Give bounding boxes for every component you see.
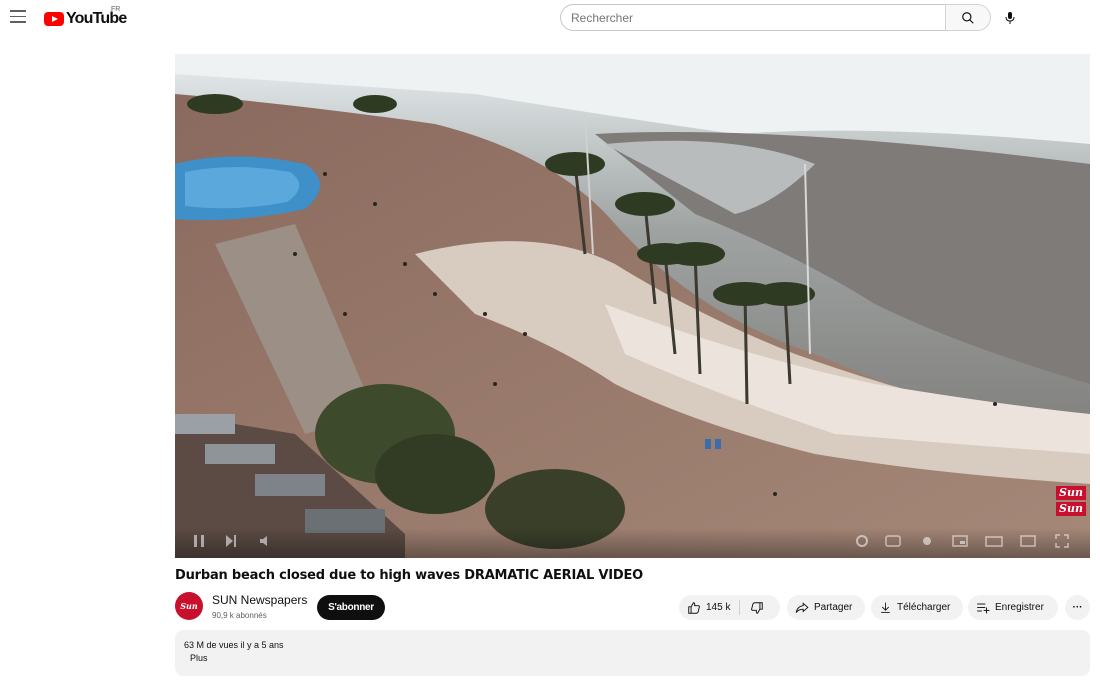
save-button[interactable]: Enregistrer <box>968 595 1058 620</box>
theater-button[interactable] <box>985 534 1003 552</box>
like-dislike-group: 145 k <box>679 595 780 620</box>
download-label: Télécharger <box>897 602 951 613</box>
mic-icon <box>1005 11 1014 24</box>
video-frame <box>175 54 1090 558</box>
subtitles-button[interactable] <box>885 534 901 552</box>
search-input[interactable] <box>560 4 945 31</box>
cast-icon <box>1020 535 1036 547</box>
menu-icon[interactable] <box>10 10 26 24</box>
dislike-icon <box>751 601 764 614</box>
save-label: Enregistrer <box>995 602 1044 613</box>
settings-button[interactable] <box>855 534 869 552</box>
pause-button[interactable] <box>193 534 205 552</box>
gear-icon <box>923 537 931 545</box>
video-title: Durban beach closed due to high waves DR… <box>175 568 643 583</box>
like-icon <box>688 601 700 614</box>
autoplay-button[interactable] <box>920 534 934 552</box>
fullscreen-icon <box>1055 534 1069 548</box>
gear-icon <box>856 535 868 547</box>
sun-watermark: Sun <box>1056 502 1086 516</box>
youtube-logo[interactable]: YouTube FR <box>44 6 127 28</box>
share-icon <box>795 601 809 613</box>
subscribe-button[interactable]: S'abonner <box>317 595 385 620</box>
view-stats: 63 M de vues il y a 5 ans <box>184 640 284 650</box>
next-icon <box>226 535 236 547</box>
share-button[interactable]: Partager <box>787 595 865 620</box>
next-button[interactable] <box>225 534 237 552</box>
dislike-button[interactable] <box>740 595 774 620</box>
download-button[interactable]: Télécharger <box>871 595 963 620</box>
more-actions-button[interactable]: ··· <box>1065 595 1090 620</box>
save-playlist-icon <box>977 603 990 614</box>
voice-search-button[interactable] <box>996 4 1023 31</box>
description-box[interactable]: 63 M de vues il y a 5 ans Plus <box>175 630 1090 676</box>
fullscreen-button[interactable] <box>1055 534 1069 552</box>
sun-watermark: Sun <box>1056 486 1086 500</box>
search-button[interactable] <box>945 4 991 31</box>
youtube-logo-icon <box>44 12 64 26</box>
miniplayer-icon <box>952 535 968 547</box>
country-code: FR <box>111 6 121 13</box>
video-player[interactable]: Sun Sun <box>175 54 1090 558</box>
cast-button[interactable] <box>1020 534 1036 552</box>
miniplayer-button[interactable] <box>952 534 968 552</box>
subtitles-icon <box>885 535 901 547</box>
more-icon: ··· <box>1072 602 1083 613</box>
channel-avatar[interactable]: Sun <box>175 592 203 620</box>
theater-icon <box>985 536 1003 547</box>
like-button[interactable]: 145 k <box>679 595 730 620</box>
show-more-link[interactable]: Plus <box>190 653 1081 663</box>
player-controls <box>175 528 1090 558</box>
top-bar: YouTube FR <box>0 0 1100 36</box>
volume-icon <box>260 536 267 546</box>
pause-icon <box>194 535 204 547</box>
volume-button[interactable] <box>259 534 273 552</box>
search-bar <box>560 4 991 31</box>
download-icon <box>881 602 890 613</box>
share-label: Partager <box>814 602 853 613</box>
like-count: 145 k <box>706 602 731 613</box>
search-icon <box>962 11 974 24</box>
channel-name[interactable]: SUN Newspapers <box>212 593 307 607</box>
subscriber-count: 90,9 k abonnés <box>212 611 267 620</box>
